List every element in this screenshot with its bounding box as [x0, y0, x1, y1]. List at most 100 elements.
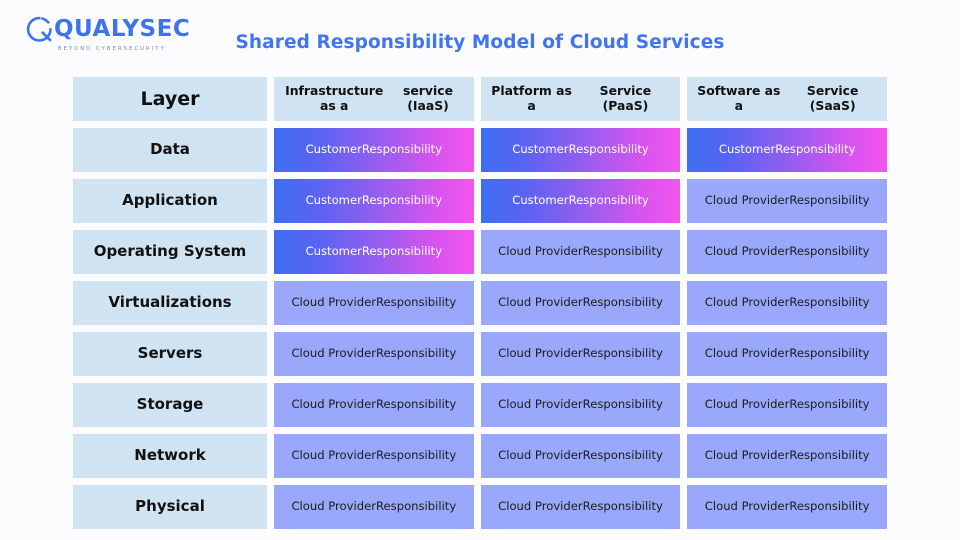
responsibility-cell-paas-provider: Cloud Provider Responsibility: [480, 485, 681, 529]
table-row: Storage Cloud Provider Responsibility Cloud…: [73, 383, 888, 427]
cell-line-1: Customer: [305, 142, 362, 157]
table-row: Network Cloud Provider Responsibility Cloud…: [73, 434, 888, 478]
cell-line-2: Responsibility: [582, 346, 663, 361]
table-row: Data Customer Responsibility Customer Respon…: [73, 128, 888, 172]
responsibility-cell-iaas-customer: Customer Responsibility: [274, 128, 474, 172]
responsibility-cell-saas-provider: Cloud Provider Responsibility: [687, 230, 888, 274]
cell-line-1: Layer: [140, 87, 200, 110]
responsibility-cell-paas-provider: Cloud Provider Responsibility: [480, 434, 681, 478]
cell-line-2: Responsibility: [376, 499, 457, 514]
responsibility-cell-saas-provider: Cloud Provider Responsibility: [687, 383, 888, 427]
responsibility-cell-saas-provider: Cloud Provider Responsibility: [687, 281, 888, 325]
layer-name-cell: Physical: [73, 485, 267, 529]
cell-line-1: Software as a: [697, 83, 781, 113]
table-row: Application Customer Responsibility Custome…: [73, 179, 888, 223]
cell-line-2: Responsibility: [568, 193, 649, 208]
cell-line-1: Customer: [512, 142, 569, 157]
cell-line-2: Responsibility: [582, 397, 663, 412]
responsibility-cell-iaas-customer: Customer Responsibility: [274, 179, 474, 223]
cell-line-2: Responsibility: [376, 397, 457, 412]
cell-line-2: Responsibility: [361, 142, 443, 157]
responsibility-cell-paas-customer: Customer Responsibility: [480, 179, 681, 223]
responsibility-cell-saas-provider: Cloud Provider Responsibility: [687, 485, 888, 529]
cell-line-1: Cloud Provider: [291, 295, 376, 310]
responsibility-cell-iaas-provider: Cloud Provider Responsibility: [274, 332, 474, 376]
cell-line-2: Responsibility: [789, 499, 870, 514]
cell-line-2: Responsibility: [789, 397, 870, 412]
responsibility-cell-paas-provider: Cloud Provider Responsibility: [480, 332, 681, 376]
layer-name-cell: Virtualizations: [73, 281, 267, 325]
responsibility-cell-saas-provider: Cloud Provider Responsibility: [687, 434, 888, 478]
cell-line-1: Infrastructure as a: [285, 83, 384, 113]
header-cell-service-2: Platform as a Service (PaaS): [480, 77, 681, 121]
layer-name-cell: Operating System: [73, 230, 267, 274]
cell-line-1: Cloud Provider: [704, 193, 790, 208]
responsibility-cell-saas-customer: Customer Responsibility: [687, 128, 888, 172]
cell-line-2: Responsibility: [582, 244, 663, 259]
cell-line-2: Service (SaaS): [806, 83, 859, 113]
responsibility-cell-paas-provider: Cloud Provider Responsibility: [480, 383, 681, 427]
layer-name-cell: Servers: [73, 332, 267, 376]
header-cell-service-1: Infrastructure as a service (IaaS): [274, 77, 474, 121]
cell-line-1: Cloud Provider: [704, 448, 790, 463]
cell-line-1: Cloud Provider: [704, 295, 790, 310]
cell-line-2: Responsibility: [789, 295, 870, 310]
cell-line-2: Responsibility: [789, 244, 870, 259]
cell-line-2: Responsibility: [789, 346, 870, 361]
cell-line-1: Cloud Provider: [291, 448, 376, 463]
cell-line-2: Responsibility: [376, 448, 457, 463]
layer-name-cell: Storage: [73, 383, 267, 427]
layer-name-cell: Application: [73, 179, 267, 223]
cell-line-2: Responsibility: [775, 142, 856, 157]
cell-line-1: Cloud Provider: [498, 346, 583, 361]
table-row: Virtualizations Cloud Provider Responsibil…: [73, 281, 888, 325]
table-header-row: Layer Infrastructure as a service (IaaS) Pl…: [73, 77, 888, 121]
responsibility-cell-saas-provider: Cloud Provider Responsibility: [687, 332, 888, 376]
cell-line-2: Responsibility: [568, 142, 649, 157]
responsibility-matrix: Layer Infrastructure as a service (IaaS) Pl…: [73, 77, 888, 529]
table-row: Physical Cloud Provider Responsibility Clou…: [73, 485, 888, 529]
cell-line-2: Responsibility: [376, 295, 457, 310]
table-row: Servers Cloud Provider Responsibility Cloud…: [73, 332, 888, 376]
cell-line-1: Customer: [305, 193, 362, 208]
layer-name-cell: Data: [73, 128, 267, 172]
cell-line-1: Cloud Provider: [498, 244, 583, 259]
cell-line-1: Cloud Provider: [291, 397, 376, 412]
cell-line-2: Responsibility: [582, 295, 663, 310]
cell-line-1: Cloud Provider: [498, 499, 583, 514]
cell-line-2: Responsibility: [789, 193, 870, 208]
cell-line-1: Customer: [512, 193, 569, 208]
cell-line-1: Cloud Provider: [704, 346, 790, 361]
cell-line-1: Customer: [718, 142, 776, 157]
responsibility-cell-iaas-provider: Cloud Provider Responsibility: [274, 383, 474, 427]
cell-line-1: Cloud Provider: [704, 499, 790, 514]
cell-line-1: Cloud Provider: [291, 346, 376, 361]
responsibility-cell-saas-provider: Cloud Provider Responsibility: [687, 179, 888, 223]
cell-line-2: Responsibility: [361, 193, 443, 208]
cell-line-2: Responsibility: [582, 499, 663, 514]
cell-line-1: Cloud Provider: [704, 244, 790, 259]
cell-line-1: Cloud Provider: [498, 397, 583, 412]
responsibility-cell-iaas-provider: Cloud Provider Responsibility: [274, 281, 474, 325]
cell-line-2: Responsibility: [582, 448, 663, 463]
header-cell-service-3: Software as a Service (SaaS): [687, 77, 888, 121]
responsibility-cell-iaas-provider: Cloud Provider Responsibility: [274, 485, 474, 529]
responsibility-cell-paas-provider: Cloud Provider Responsibility: [480, 230, 681, 274]
header-cell-layer: Layer: [73, 77, 267, 121]
cell-line-1: Customer: [305, 244, 362, 259]
cell-line-1: Cloud Provider: [498, 448, 583, 463]
responsibility-cell-paas-customer: Customer Responsibility: [480, 128, 681, 172]
cell-line-1: Platform as a: [491, 83, 572, 113]
cell-line-2: Responsibility: [376, 346, 457, 361]
cell-line-2: service (IaaS): [403, 83, 453, 113]
cell-line-1: Cloud Provider: [291, 499, 376, 514]
responsibility-cell-paas-provider: Cloud Provider Responsibility: [480, 281, 681, 325]
layer-name-cell: Network: [73, 434, 267, 478]
cell-line-2: Responsibility: [361, 244, 443, 259]
page-title: Shared Responsibility Model of Cloud Ser…: [235, 32, 725, 53]
cell-line-1: Cloud Provider: [704, 397, 790, 412]
cell-line-2: Service (PaaS): [599, 83, 652, 113]
table-row: Operating System Customer Responsibility Cl…: [73, 230, 888, 274]
cell-line-1: Cloud Provider: [498, 295, 583, 310]
responsibility-cell-iaas-customer: Customer Responsibility: [274, 230, 474, 274]
